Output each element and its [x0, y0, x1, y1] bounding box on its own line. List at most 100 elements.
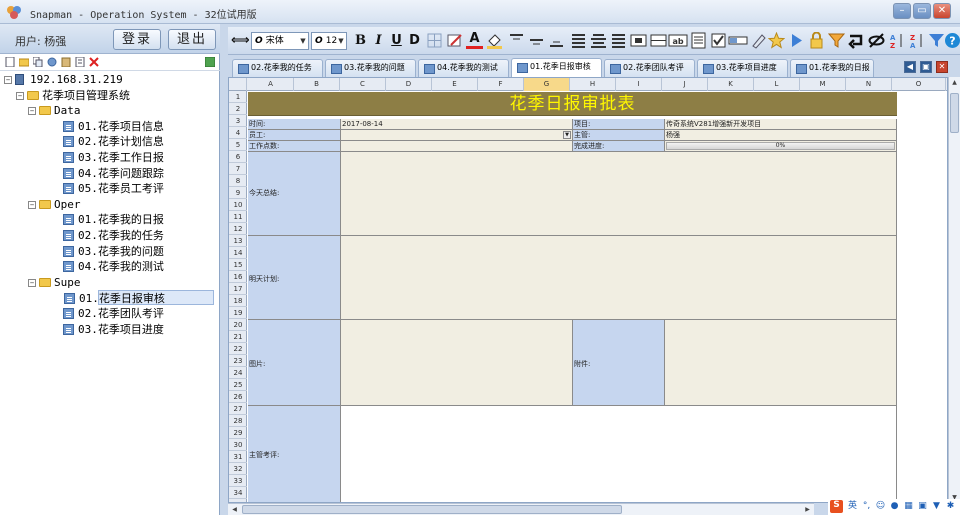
open-folder-icon[interactable] [19, 57, 29, 67]
tab-0[interactable]: 02.花季我的任务 [232, 59, 323, 77]
row-header-cell[interactable]: 18 [229, 295, 247, 307]
staff-select[interactable]: ▼ [341, 130, 573, 141]
row-header-cell[interactable]: 3 [229, 115, 247, 127]
tree-node-system[interactable]: − 花季项目管理系统 [0, 88, 216, 103]
skin-icon[interactable]: ▼ [931, 501, 942, 512]
row-header-cell[interactable]: 27 [229, 403, 247, 415]
tree-node-item[interactable]: 04.花季问题跟踪 [0, 166, 216, 181]
row-header-cell[interactable]: 29 [229, 427, 247, 439]
enter-arrow-icon[interactable] [848, 32, 865, 49]
settings-icon[interactable]: ✱ [945, 501, 956, 512]
fill-color-icon[interactable] [486, 32, 503, 49]
align-bottom-icon[interactable] [548, 32, 565, 49]
filter-icon[interactable] [828, 32, 845, 49]
plan-area[interactable] [341, 236, 897, 320]
row-header-cell[interactable]: 23 [229, 355, 247, 367]
column-header-cell[interactable]: A [248, 78, 294, 91]
row-header-cell[interactable]: 28 [229, 415, 247, 427]
column-header-cell[interactable]: M [800, 78, 846, 91]
select-all-corner[interactable] [229, 78, 247, 91]
link-icon[interactable] [47, 57, 57, 67]
tree-node-item[interactable]: 02.花季我的任务 [0, 228, 216, 243]
attachment-icon[interactable] [750, 32, 767, 49]
row-header-cell[interactable]: 22 [229, 343, 247, 355]
row-header-cell[interactable]: 33 [229, 475, 247, 487]
align-left-icon[interactable] [570, 32, 587, 49]
row-header-cell[interactable]: 14 [229, 247, 247, 259]
help-icon[interactable]: ? [944, 32, 960, 49]
expander-icon[interactable]: − [28, 278, 36, 287]
work-points-value[interactable] [341, 141, 573, 152]
time-value[interactable]: 2017-08-14 [341, 119, 573, 130]
column-resize-icon[interactable]: ⟺ [231, 32, 250, 49]
tree-node-item[interactable]: 05.花季员工考评 [0, 181, 216, 196]
tree-node-item[interactable]: 04.花季我的测试 [0, 259, 216, 274]
login-button[interactable]: 登录 [113, 29, 161, 50]
row-header-cell[interactable]: 15 [229, 259, 247, 271]
split-cells-icon[interactable] [650, 32, 667, 49]
maximize-button[interactable]: ▭ [913, 3, 931, 19]
column-header-cell[interactable]: J [662, 78, 708, 91]
tree-node-item[interactable]: 03.花季工作日报 [0, 150, 216, 165]
tab-6[interactable]: 01.花季我的日报 [790, 59, 874, 77]
toolbox-icon[interactable]: ▣ [917, 501, 928, 512]
minimize-button[interactable]: – [893, 3, 911, 19]
column-header-cell[interactable]: G [524, 78, 570, 91]
tab-5[interactable]: 03.花季项目进度 [697, 59, 788, 77]
emoji-icon[interactable]: ☺ [875, 501, 886, 512]
tree-node-group[interactable]: − Oper [0, 197, 216, 212]
page-icon[interactable] [75, 57, 85, 67]
expander-icon[interactable]: − [4, 76, 12, 84]
column-header-cell[interactable]: I [616, 78, 662, 91]
row-header-cell[interactable]: 2 [229, 103, 247, 115]
edit-icon[interactable] [446, 32, 463, 49]
merge-cells-icon[interactable] [630, 32, 647, 49]
align-center-icon[interactable] [590, 32, 607, 49]
row-header-cell[interactable]: 11 [229, 211, 247, 223]
column-header-cell[interactable]: K [708, 78, 754, 91]
vertical-scroll-thumb[interactable] [950, 93, 959, 133]
row-header-cell[interactable]: 26 [229, 391, 247, 403]
row-header-cell[interactable]: 30 [229, 439, 247, 451]
row-header-cell[interactable]: 4 [229, 127, 247, 139]
align-top-icon[interactable] [508, 32, 525, 49]
hide-icon[interactable] [868, 32, 885, 49]
font-size-select[interactable]: O 12 ▼ [311, 32, 347, 50]
column-header-cell[interactable]: B [294, 78, 340, 91]
image-area[interactable] [341, 320, 573, 406]
font-color-button[interactable]: A [466, 32, 483, 49]
lock-icon[interactable] [808, 32, 825, 49]
align-right-icon[interactable] [610, 32, 627, 49]
row-header-cell[interactable]: 1 [229, 91, 247, 103]
column-header-cell[interactable]: H [570, 78, 616, 91]
row-header-cell[interactable]: 32 [229, 463, 247, 475]
logout-button[interactable]: 退出 [168, 29, 216, 50]
row-header-cell[interactable]: 9 [229, 187, 247, 199]
row-header-cell[interactable]: 24 [229, 367, 247, 379]
row-header-cell[interactable]: 13 [229, 235, 247, 247]
star-icon[interactable] [768, 32, 785, 49]
tab-2[interactable]: 04.花季我的测试 [418, 59, 509, 77]
scroll-left-icon[interactable]: ◀ [230, 505, 239, 514]
column-header-cell[interactable]: N [846, 78, 892, 91]
punctuation-icon[interactable]: °, [861, 501, 872, 512]
microphone-icon[interactable]: ● [889, 501, 900, 512]
row-header-cell[interactable]: 19 [229, 307, 247, 319]
copy-icon[interactable] [33, 57, 43, 67]
column-header-cell[interactable]: D [386, 78, 432, 91]
manager-value[interactable]: 杨强 [665, 130, 897, 141]
column-header-cell[interactable]: L [754, 78, 800, 91]
column-header-cell[interactable]: O [892, 78, 946, 91]
bold-button[interactable]: B [352, 32, 369, 49]
ime-logo-icon[interactable]: S [830, 500, 843, 513]
ime-language-toggle[interactable]: 英 [847, 501, 858, 512]
tree-node-group[interactable]: − Data [0, 103, 216, 118]
attachment-area[interactable] [665, 320, 897, 406]
row-header-cell[interactable]: 21 [229, 331, 247, 343]
list-icon[interactable] [690, 32, 707, 49]
sort-descending-icon[interactable]: ZA [908, 32, 925, 49]
progress-bar-icon[interactable] [728, 32, 748, 49]
tab-menu-icon[interactable]: ▣ [920, 61, 932, 73]
row-header-cell[interactable]: 31 [229, 451, 247, 463]
paste-icon[interactable] [61, 57, 71, 67]
